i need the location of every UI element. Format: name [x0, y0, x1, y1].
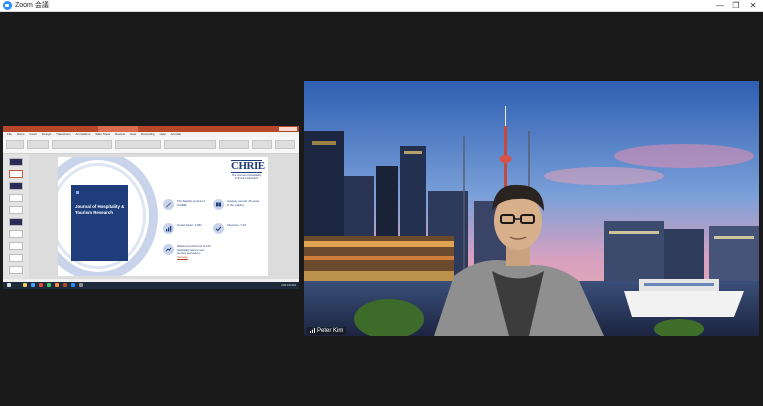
pink-cloud: [544, 167, 664, 185]
slide-thumbnail[interactable]: [9, 182, 23, 190]
taskbar-app-icon[interactable]: [31, 283, 35, 287]
ribbon-slides-group[interactable]: [27, 140, 49, 149]
taskbar-clock[interactable]: 2021/11/02: [281, 282, 296, 289]
menu-design[interactable]: Design: [42, 132, 51, 136]
chrie-logo-subtitle: The Journal of Hospitality & Tourism Res…: [231, 174, 262, 180]
journal-cover-title: Journal of Hospitality & Tourism Researc…: [75, 204, 125, 215]
window-titlebar: Zoom 会議 — ❐ ✕: [0, 0, 763, 12]
ribbon-editing-group[interactable]: [219, 140, 249, 149]
participant-name-tag: Peter Kim: [307, 327, 347, 335]
slide-thumbnail[interactable]: [9, 194, 23, 202]
taskbar-app-icon[interactable]: [39, 283, 43, 287]
menu-help[interactable]: Help: [160, 132, 166, 136]
feature-text: A legacy journal: 45 years in the making: [227, 199, 260, 207]
taskbar-app-icon[interactable]: [23, 283, 27, 287]
menu-review[interactable]: Review: [115, 132, 125, 136]
start-icon[interactable]: [7, 283, 11, 287]
pen-icon: [163, 199, 174, 210]
menu-acrobat[interactable]: Acrobat: [171, 132, 181, 136]
window-title: Zoom 会議: [15, 2, 49, 9]
menu-insert[interactable]: Insert: [30, 132, 38, 136]
slide-thumbnail[interactable]: [9, 242, 23, 250]
taskbar-app-icon[interactable]: [55, 283, 59, 287]
journal-cover: Journal of Hospitality & Tourism Researc…: [71, 185, 128, 261]
menu-recording[interactable]: Recording: [141, 132, 155, 136]
current-slide[interactable]: Journal of Hospitality & Tourism Researc…: [58, 157, 268, 276]
close-button[interactable]: ✕: [745, 0, 761, 11]
feature-highlight[interactable]: Scimago: [177, 255, 188, 259]
feature-text: Citescore: 7.04: [227, 223, 246, 227]
chrie-logo: CHRIE The Journal of Hospitality & Touri…: [231, 160, 265, 188]
menu-transitions[interactable]: Transitions: [56, 132, 71, 136]
video-scene: [304, 81, 759, 336]
slide-thumbnail[interactable]: [9, 206, 23, 214]
powerpoint-window-controls[interactable]: [279, 127, 297, 131]
waterfront-lights: [304, 236, 454, 281]
slide-thumbnail[interactable]: [9, 170, 23, 178]
participant-video[interactable]: Peter Kim: [304, 81, 759, 336]
maximize-button[interactable]: ❐: [728, 0, 744, 11]
menu-slideshow[interactable]: Slide Show: [95, 132, 110, 136]
slide-thumbnail-pane[interactable]: [3, 154, 30, 281]
slide-thumbnail[interactable]: [9, 230, 23, 238]
screen-share-panel[interactable]: File Home Insert Design Transitions Anim…: [3, 126, 299, 289]
ribbon-dictate-group[interactable]: [252, 140, 272, 149]
cover-mark: [76, 191, 79, 194]
slide-thumbnail[interactable]: [9, 254, 23, 262]
participant-name: Peter Kim: [317, 328, 344, 334]
windows-taskbar: 2021/11/02: [3, 282, 299, 289]
feature-text-main: Ranked as 22nd out of 124 hospitality le…: [177, 244, 211, 256]
slide-canvas: Journal of Hospitality & Tourism Researc…: [29, 154, 299, 279]
menu-view[interactable]: View: [130, 132, 136, 136]
menu-home[interactable]: Home: [17, 132, 25, 136]
minimize-button[interactable]: —: [712, 0, 728, 11]
menu-file[interactable]: File: [7, 132, 12, 136]
slide-thumbnail[interactable]: [9, 218, 23, 226]
signal-strength-icon: [310, 327, 315, 333]
feature-text: Ranked as 22nd out of 124 hospitality le…: [177, 244, 211, 259]
taskbar-app-icon[interactable]: [63, 283, 67, 287]
slide-thumbnail[interactable]: [9, 158, 23, 166]
check-icon: [213, 223, 224, 234]
taskbar-app-icon[interactable]: [47, 283, 51, 287]
ribbon-drawing-group[interactable]: [164, 140, 216, 149]
rank-icon: [163, 244, 174, 255]
chart-icon: [163, 223, 174, 234]
pink-cloud: [614, 144, 754, 168]
slide-thumbnail[interactable]: [9, 266, 23, 274]
ribbon-designer-group[interactable]: [275, 140, 295, 149]
feature-text: The flagship journal of ICHRIE: [177, 199, 205, 207]
zoom-app-icon: [3, 1, 12, 10]
book-icon: [213, 199, 224, 210]
taskbar-app-icon[interactable]: [79, 283, 83, 287]
taskbar-app-icon[interactable]: [71, 283, 75, 287]
ribbon-paragraph-group[interactable]: [115, 140, 161, 149]
feature-text: Impact factor: 3.361: [177, 223, 202, 227]
powerpoint-ribbon: [3, 137, 299, 154]
ribbon-font-group[interactable]: [52, 140, 112, 149]
menu-animations[interactable]: Animations: [76, 132, 91, 136]
chrie-logo-text: CHRIE: [231, 160, 265, 173]
ribbon-clipboard-group[interactable]: [6, 140, 24, 149]
